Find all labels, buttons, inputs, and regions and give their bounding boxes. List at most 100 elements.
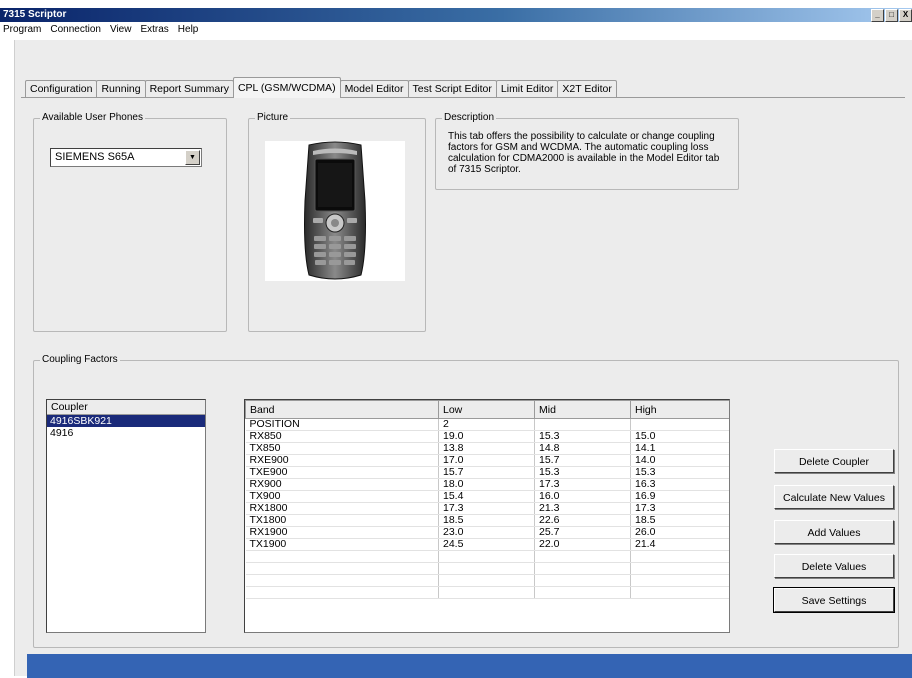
column-header-mid[interactable]: Mid <box>534 400 631 419</box>
table-cell[interactable]: 17.3 <box>534 478 631 491</box>
tab-test-script-editor[interactable]: Test Script Editor <box>407 80 497 98</box>
table-row[interactable]: RX1900 23.0 25.7 26.0 <box>245 526 729 539</box>
table-cell[interactable]: 16.3 <box>630 478 729 491</box>
maximize-button[interactable]: □ <box>885 9 898 22</box>
table-row[interactable]: TX850 13.8 14.8 14.1 <box>245 442 729 455</box>
table-cell[interactable]: RX1900 <box>245 526 439 539</box>
table-cell[interactable]: 19.0 <box>438 430 535 443</box>
table-cell[interactable]: 14.0 <box>630 454 729 467</box>
table-cell[interactable] <box>534 418 631 431</box>
table-row[interactable] <box>245 586 729 599</box>
table-cell[interactable]: 15.4 <box>438 490 535 503</box>
table-cell[interactable]: 23.0 <box>438 526 535 539</box>
table-cell[interactable]: 21.3 <box>534 502 631 515</box>
table-row[interactable]: RX850 19.0 15.3 15.0 <box>245 430 729 443</box>
add-values-button[interactable]: Add Values <box>774 520 894 544</box>
table-cell[interactable]: 16.9 <box>630 490 729 503</box>
coupling-table[interactable]: Band Low Mid High POSITION 2 RX850 19.0 15.3… <box>244 399 730 633</box>
table-row[interactable]: RX900 18.0 17.3 16.3 <box>245 478 729 491</box>
table-cell[interactable]: 15.3 <box>630 466 729 479</box>
chevron-down-icon[interactable]: ▼ <box>185 150 200 165</box>
table-row[interactable]: RXE900 17.0 15.7 14.0 <box>245 454 729 467</box>
table-cell[interactable]: 15.0 <box>630 430 729 443</box>
coupler-item[interactable]: 4916SBK921 <box>47 415 205 427</box>
phone-select[interactable]: SIEMENS S65A ▼ <box>50 148 202 167</box>
table-cell[interactable] <box>438 562 535 575</box>
table-cell[interactable] <box>534 562 631 575</box>
table-cell[interactable] <box>630 550 729 563</box>
table-cell[interactable]: POSITION <box>245 418 439 431</box>
menu-extras[interactable]: Extras <box>140 22 168 38</box>
table-cell[interactable]: 15.7 <box>534 454 631 467</box>
delete-values-button[interactable]: Delete Values <box>774 554 894 578</box>
menu-view[interactable]: View <box>110 22 132 38</box>
table-cell[interactable]: 26.0 <box>630 526 729 539</box>
table-cell[interactable]: 24.5 <box>438 538 535 551</box>
menu-connection[interactable]: Connection <box>50 22 101 38</box>
table-cell[interactable]: 14.1 <box>630 442 729 455</box>
table-cell[interactable]: RX1800 <box>245 502 439 515</box>
table-cell[interactable]: 14.8 <box>534 442 631 455</box>
table-cell[interactable] <box>630 562 729 575</box>
table-row[interactable]: TX1900 24.5 22.0 21.4 <box>245 538 729 551</box>
table-cell[interactable] <box>534 586 631 599</box>
table-cell[interactable] <box>534 550 631 563</box>
column-header-high[interactable]: High <box>630 400 729 419</box>
table-cell[interactable] <box>630 574 729 587</box>
table-cell[interactable]: RXE900 <box>245 454 439 467</box>
table-row[interactable]: TX1800 18.5 22.6 18.5 <box>245 514 729 527</box>
table-cell[interactable]: 17.3 <box>438 502 535 515</box>
table-cell[interactable]: 15.7 <box>438 466 535 479</box>
table-row[interactable]: RX1800 17.3 21.3 17.3 <box>245 502 729 515</box>
table-cell[interactable] <box>534 574 631 587</box>
table-cell[interactable]: TX850 <box>245 442 439 455</box>
table-cell[interactable] <box>245 574 439 587</box>
delete-coupler-button[interactable]: Delete Coupler <box>774 449 894 473</box>
table-row[interactable]: POSITION 2 <box>245 418 729 431</box>
column-header-band[interactable]: Band <box>245 400 439 419</box>
table-cell[interactable]: RX900 <box>245 478 439 491</box>
tab-limit-editor[interactable]: Limit Editor <box>495 80 559 98</box>
table-cell[interactable]: TXE900 <box>245 466 439 479</box>
table-cell[interactable]: TX1800 <box>245 514 439 527</box>
table-cell[interactable] <box>438 574 535 587</box>
table-row[interactable]: TXE900 15.7 15.3 15.3 <box>245 466 729 479</box>
menu-program[interactable]: Program <box>3 22 41 38</box>
minimize-button[interactable]: _ <box>871 9 884 22</box>
table-cell[interactable]: 16.0 <box>534 490 631 503</box>
save-settings-button[interactable]: Save Settings <box>773 587 895 613</box>
coupler-list[interactable]: Coupler 4916SBK921 4916 <box>46 399 206 633</box>
table-cell[interactable]: TX1900 <box>245 538 439 551</box>
close-button[interactable]: X <box>899 9 912 22</box>
table-cell[interactable]: 21.4 <box>630 538 729 551</box>
table-row[interactable] <box>245 562 729 575</box>
table-cell[interactable]: 22.6 <box>534 514 631 527</box>
table-cell[interactable]: 18.5 <box>630 514 729 527</box>
table-row[interactable] <box>245 550 729 563</box>
tab-report-summary[interactable]: Report Summary <box>144 80 234 98</box>
tab-running[interactable]: Running <box>96 80 146 98</box>
table-row[interactable]: TX900 15.4 16.0 16.9 <box>245 490 729 503</box>
table-cell[interactable]: 18.0 <box>438 478 535 491</box>
table-cell[interactable] <box>245 550 439 563</box>
table-cell[interactable] <box>245 562 439 575</box>
tab-model-editor[interactable]: Model Editor <box>339 80 409 98</box>
table-cell[interactable] <box>630 418 729 431</box>
table-cell[interactable] <box>438 550 535 563</box>
table-cell[interactable]: 15.3 <box>534 466 631 479</box>
coupler-item[interactable]: 4916 <box>47 427 205 439</box>
table-cell[interactable]: 13.8 <box>438 442 535 455</box>
table-cell[interactable]: 17.3 <box>630 502 729 515</box>
menu-help[interactable]: Help <box>178 22 199 38</box>
table-row[interactable] <box>245 574 729 587</box>
table-cell[interactable]: 15.3 <box>534 430 631 443</box>
table-cell[interactable]: 17.0 <box>438 454 535 467</box>
table-cell[interactable]: 25.7 <box>534 526 631 539</box>
tab-x2t-editor[interactable]: X2T Editor <box>557 80 617 98</box>
table-cell[interactable] <box>630 586 729 599</box>
table-cell[interactable]: 22.0 <box>534 538 631 551</box>
calculate-new-values-button[interactable]: Calculate New Values <box>774 485 894 509</box>
table-cell[interactable] <box>438 586 535 599</box>
table-cell[interactable]: RX850 <box>245 430 439 443</box>
tab-configuration[interactable]: Configuration <box>25 80 98 98</box>
